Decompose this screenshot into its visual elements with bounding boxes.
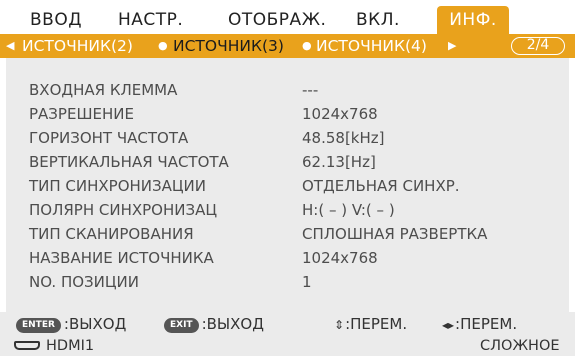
separator-dot-icon: ●	[158, 39, 168, 52]
info-row: ТИП СИНХРОНИЗАЦИИ ОТДЕЛЬНАЯ СИНХР.	[6, 174, 569, 198]
info-value: ---	[302, 81, 319, 99]
leftright-help: ◂▸:ПЕРЕМ.	[442, 312, 517, 336]
help-footer: ENTER:ВЫХОД EXIT:ВЫХОД ⇕:ПЕРЕМ. ◂▸:ПЕРЕМ…	[0, 312, 575, 356]
updown-action-label: :ПЕРЕМ.	[345, 315, 408, 333]
info-value: 1	[302, 273, 312, 291]
info-value: СПЛОШНАЯ РАЗВЕРТКА	[302, 225, 488, 243]
updown-help: ⇕:ПЕРЕМ.	[334, 312, 407, 336]
menu-mode-label: СЛОЖНОЕ	[480, 338, 560, 354]
info-label: ПОЛЯРН СИНХРОНИЗАЦ	[29, 201, 218, 219]
info-row: NO. ПОЗИЦИИ 1	[6, 270, 569, 294]
source-next[interactable]: ИСТОЧНИК(4)	[316, 34, 427, 58]
info-label: ВЕРТИКАЛЬНАЯ ЧАСТОТА	[29, 153, 229, 171]
tab-setup[interactable]: НАСТР.	[118, 6, 183, 34]
status-line: HDMI1 СЛОЖНОЕ	[0, 336, 575, 356]
info-value: 1024x768	[302, 105, 378, 123]
info-label: ТИП СКАНИРОВАНИЯ	[29, 225, 194, 243]
right-arrow-icon[interactable]: ▶	[448, 34, 456, 58]
leftright-action-label: :ПЕРЕМ.	[455, 315, 518, 333]
source-navigation: ◀ ИСТОЧНИК(2) ● ИСТОЧНИК(3) ● ИСТОЧНИК(4…	[0, 34, 575, 58]
tab-info[interactable]: ИНФ.	[437, 6, 509, 34]
input-source-label: HDMI1	[46, 338, 95, 354]
info-value: 1024x768	[302, 249, 378, 267]
hdmi-connector-icon	[14, 341, 40, 350]
info-panel: ВХОДНАЯ КЛЕММА --- РАЗРЕШЕНИЕ 1024x768 Г…	[6, 58, 569, 312]
osd-menu: ВВОД НАСТР. ОТОБРАЖ. ВКЛ. ИНФ. ◀ ИСТОЧНИ…	[0, 0, 575, 356]
tab-on[interactable]: ВКЛ.	[356, 6, 400, 34]
info-row: НАЗВАНИЕ ИСТОЧНИКА 1024x768	[6, 246, 569, 270]
separator-dot-icon: ●	[302, 39, 312, 52]
updown-arrows-icon: ⇕	[334, 318, 345, 332]
exit-action-label: :ВЫХОД	[201, 315, 264, 333]
info-row: ГОРИЗОНТ ЧАСТОТА 48.58[kHz]	[6, 126, 569, 150]
info-row: РАЗРЕШЕНИЕ 1024x768	[6, 102, 569, 126]
tab-display[interactable]: ОТОБРАЖ.	[228, 6, 326, 34]
info-row: ТИП СКАНИРОВАНИЯ СПЛОШНАЯ РАЗВЕРТКА	[6, 222, 569, 246]
menu-tab-bar: ВВОД НАСТР. ОТОБРАЖ. ВКЛ. ИНФ.	[0, 0, 575, 34]
info-value: ОТДЕЛЬНАЯ СИНХР.	[302, 177, 460, 195]
info-value: H:( – ) V:( – )	[302, 201, 395, 219]
enter-action-label: :ВЫХОД	[63, 315, 127, 333]
info-row: ВЕРТИКАЛЬНАЯ ЧАСТОТА 62.13[Hz]	[6, 150, 569, 174]
source-prev[interactable]: ИСТОЧНИК(2)	[22, 34, 133, 58]
info-value: 62.13[Hz]	[302, 153, 376, 171]
left-arrow-icon[interactable]: ◀	[6, 34, 14, 58]
info-label: ГОРИЗОНТ ЧАСТОТА	[29, 129, 189, 147]
info-label: NO. ПОЗИЦИИ	[29, 273, 139, 291]
page-indicator: 2/4	[511, 37, 565, 55]
info-value: 48.58[kHz]	[302, 129, 385, 147]
exit-key-icon: EXIT	[164, 318, 199, 333]
leftright-arrows-icon: ◂▸	[442, 318, 455, 332]
enter-key-icon: ENTER	[16, 318, 61, 333]
info-row: ВХОДНАЯ КЛЕММА ---	[6, 78, 569, 102]
info-label: ТИП СИНХРОНИЗАЦИИ	[29, 177, 206, 195]
enter-help: ENTER:ВЫХОД	[16, 312, 126, 336]
info-label: РАЗРЕШЕНИЕ	[29, 105, 134, 123]
key-help-line: ENTER:ВЫХОД EXIT:ВЫХОД ⇕:ПЕРЕМ. ◂▸:ПЕРЕМ…	[0, 312, 575, 336]
info-label: НАЗВАНИЕ ИСТОЧНИКА	[29, 249, 214, 267]
tab-input[interactable]: ВВОД	[30, 6, 82, 34]
source-current: ИСТОЧНИК(3)	[173, 37, 284, 55]
info-row: ПОЛЯРН СИНХРОНИЗАЦ H:( – ) V:( – )	[6, 198, 569, 222]
exit-help: EXIT:ВЫХОД	[164, 312, 264, 336]
info-label: ВХОДНАЯ КЛЕММА	[29, 81, 178, 99]
